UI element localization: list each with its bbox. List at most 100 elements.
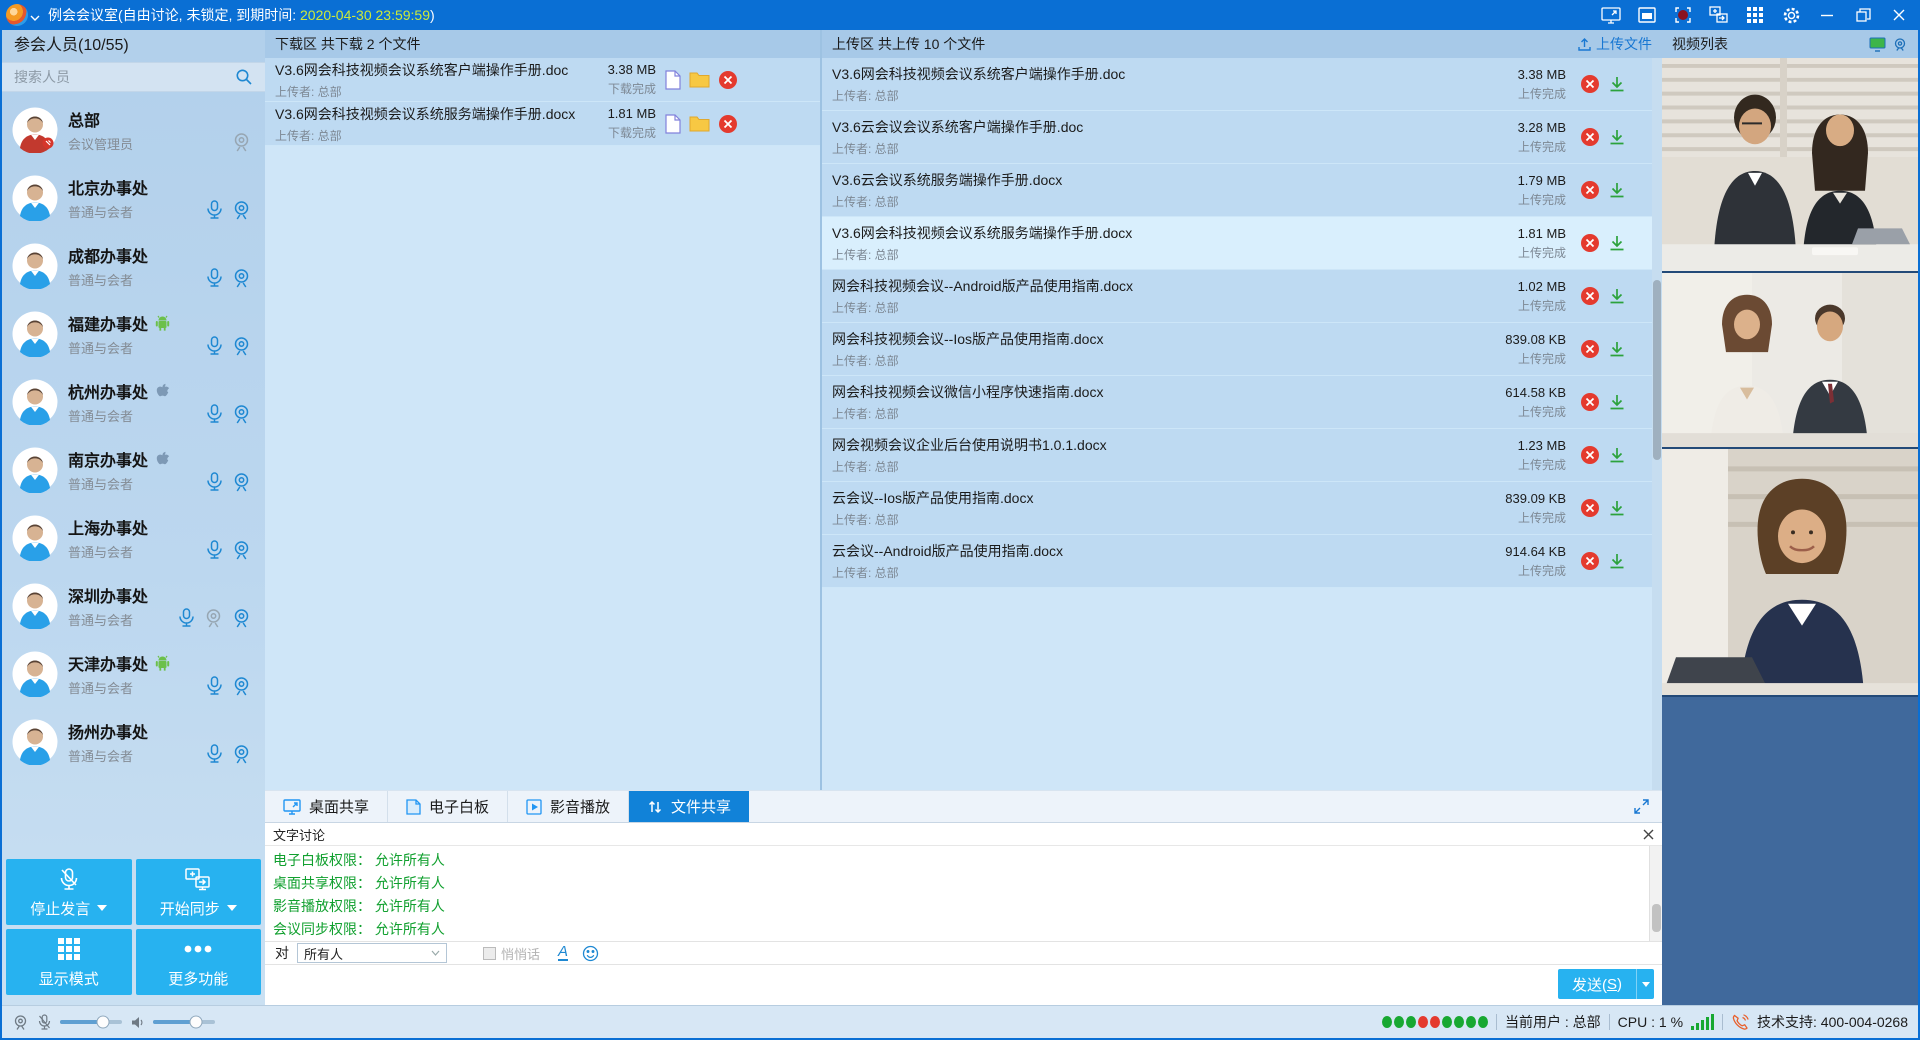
minimize-button[interactable] xyxy=(1814,3,1840,27)
delete-icon[interactable] xyxy=(1580,392,1600,412)
tab-desktop-share[interactable]: 桌面共享 xyxy=(265,791,388,822)
maximize-restore-button[interactable] xyxy=(1850,3,1876,27)
chat-input-area[interactable]: 发送(S) xyxy=(265,965,1662,1005)
open-folder-icon[interactable] xyxy=(689,115,710,132)
mic-muted-status-icon[interactable] xyxy=(37,1014,52,1031)
fullscreen-window-icon[interactable] xyxy=(1634,3,1660,27)
stop-speaking-button[interactable]: 停止发言 xyxy=(6,859,132,925)
camera-icon[interactable] xyxy=(204,608,223,628)
upload-file-row[interactable]: 网会科技视频会议--Ios版产品使用指南.docx 上传者: 总部 839.08… xyxy=(822,323,1662,376)
screen-preview-icon[interactable] xyxy=(1869,37,1886,52)
camera-icon[interactable] xyxy=(232,608,251,628)
delete-icon[interactable] xyxy=(1580,445,1600,465)
delete-icon[interactable] xyxy=(718,70,738,90)
chevron-down-icon[interactable] xyxy=(30,15,40,22)
participant-row[interactable]: 深圳办事处 普通与会者 xyxy=(2,572,265,640)
upload-file-row[interactable]: V3.6云会议会议系统客户端操作手册.doc 上传者: 总部 3.28 MB 上… xyxy=(822,111,1662,164)
tab-file-share[interactable]: 文件共享 xyxy=(629,791,749,822)
mic-icon[interactable] xyxy=(206,744,223,764)
font-style-icon[interactable]: A xyxy=(558,945,568,961)
emoji-icon[interactable] xyxy=(582,945,599,962)
upload-file-row[interactable]: 网会视频会议企业后台使用说明书1.0.1.docx 上传者: 总部 1.23 M… xyxy=(822,429,1662,482)
camera-icon[interactable] xyxy=(232,404,251,424)
whisper-checkbox[interactable]: 悄悄话 xyxy=(483,944,540,963)
video-thumbnail-2[interactable] xyxy=(1662,273,1918,449)
send-dropdown-icon[interactable] xyxy=(1636,969,1654,999)
delete-icon[interactable] xyxy=(1580,339,1600,359)
participant-row[interactable]: 成都办事处 普通与会者 xyxy=(2,232,265,300)
tab-whiteboard[interactable]: 电子白板 xyxy=(388,791,508,822)
camera-icon[interactable] xyxy=(232,200,251,220)
download-icon[interactable] xyxy=(1608,128,1626,147)
delete-icon[interactable] xyxy=(718,114,738,134)
mic-icon[interactable] xyxy=(206,472,223,492)
dropdown-caret-icon[interactable] xyxy=(227,905,237,911)
download-icon[interactable] xyxy=(1608,499,1626,518)
participant-row[interactable]: 南京办事处 普通与会者 xyxy=(2,436,265,504)
camera-icon[interactable] xyxy=(232,744,251,764)
speaker-volume-slider[interactable] xyxy=(153,1020,215,1024)
camera-icon[interactable] xyxy=(232,336,251,356)
mic-icon[interactable] xyxy=(206,540,223,560)
camera-icon[interactable] xyxy=(232,268,251,288)
delete-icon[interactable] xyxy=(1580,127,1600,147)
camera-icon[interactable] xyxy=(232,676,251,696)
camera-icon[interactable] xyxy=(232,540,251,560)
send-button[interactable]: 发送(S) xyxy=(1558,969,1654,999)
open-folder-icon[interactable] xyxy=(689,71,710,88)
download-icon[interactable] xyxy=(1608,552,1626,571)
mic-icon[interactable] xyxy=(206,268,223,288)
delete-icon[interactable] xyxy=(1580,286,1600,306)
upload-file-row[interactable]: V3.6云会议系统服务端操作手册.docx 上传者: 总部 1.79 MB 上传… xyxy=(822,164,1662,217)
download-icon[interactable] xyxy=(1608,340,1626,359)
slider-knob[interactable] xyxy=(190,1016,203,1029)
scrollbar-thumb[interactable] xyxy=(1653,280,1661,460)
slider-knob[interactable] xyxy=(97,1016,110,1029)
video-thumbnail-1[interactable] xyxy=(1662,58,1918,273)
mic-icon[interactable] xyxy=(178,608,195,628)
scrollbar-thumb[interactable] xyxy=(1652,904,1661,932)
upload-file-row[interactable]: V3.6网会科技视频会议系统客户端操作手册.doc 上传者: 总部 3.38 M… xyxy=(822,58,1662,111)
upload-file-row[interactable]: 云会议--Android版产品使用指南.docx 上传者: 总部 914.64 … xyxy=(822,535,1662,588)
upload-file-row[interactable]: V3.6网会科技视频会议系统服务端操作手册.docx 上传者: 总部 1.81 … xyxy=(822,217,1662,270)
participant-row[interactable]: 总部 会议管理员 xyxy=(2,96,265,164)
layout-grid-icon[interactable] xyxy=(1742,3,1768,27)
download-icon[interactable] xyxy=(1608,393,1626,412)
chat-scrollbar[interactable] xyxy=(1649,846,1662,941)
tab-media-play[interactable]: 影音播放 xyxy=(508,791,629,822)
chat-close-icon[interactable] xyxy=(1643,829,1654,840)
participant-row[interactable]: 杭州办事处 普通与会者 xyxy=(2,368,265,436)
open-file-icon[interactable] xyxy=(664,70,681,90)
more-functions-button[interactable]: 更多功能 xyxy=(136,929,262,995)
participant-row[interactable]: 天津办事处 普通与会者 xyxy=(2,640,265,708)
download-icon[interactable] xyxy=(1608,446,1626,465)
record-icon[interactable] xyxy=(1670,3,1696,27)
webcam-status-icon[interactable] xyxy=(12,1014,29,1031)
screen-share-icon[interactable] xyxy=(1598,3,1624,27)
search-icon[interactable] xyxy=(235,68,253,86)
camera-icon[interactable] xyxy=(232,132,251,152)
checkbox-icon[interactable] xyxy=(483,947,496,960)
download-icon[interactable] xyxy=(1608,234,1626,253)
download-icon[interactable] xyxy=(1608,75,1626,94)
settings-gear-icon[interactable] xyxy=(1778,3,1804,27)
download-icon[interactable] xyxy=(1608,181,1626,200)
participant-row[interactable]: 扬州办事处 普通与会者 xyxy=(2,708,265,776)
download-icon[interactable] xyxy=(1608,287,1626,306)
expand-panel-icon[interactable] xyxy=(1621,791,1662,822)
delete-icon[interactable] xyxy=(1580,180,1600,200)
upload-file-row[interactable]: 云会议--Ios版产品使用指南.docx 上传者: 总部 839.09 KB 上… xyxy=(822,482,1662,535)
chat-recipient-select[interactable]: 所有人 xyxy=(297,943,447,963)
participant-search-input[interactable] xyxy=(14,69,235,85)
mic-icon[interactable] xyxy=(206,200,223,220)
mic-icon[interactable] xyxy=(206,676,223,696)
mic-icon[interactable] xyxy=(206,404,223,424)
upload-file-row[interactable]: 网会科技视频会议--Android版产品使用指南.docx 上传者: 总部 1.… xyxy=(822,270,1662,323)
delete-icon[interactable] xyxy=(1580,551,1600,571)
download-file-row[interactable]: V3.6网会科技视频会议系统客户端操作手册.doc 上传者: 总部 3.38 M… xyxy=(265,58,820,102)
mic-volume-slider[interactable] xyxy=(60,1020,122,1024)
upload-file-link[interactable]: 上传文件 xyxy=(1577,30,1652,58)
open-file-icon[interactable] xyxy=(664,114,681,134)
display-mode-button[interactable]: 显示模式 xyxy=(6,929,132,995)
delete-icon[interactable] xyxy=(1580,498,1600,518)
